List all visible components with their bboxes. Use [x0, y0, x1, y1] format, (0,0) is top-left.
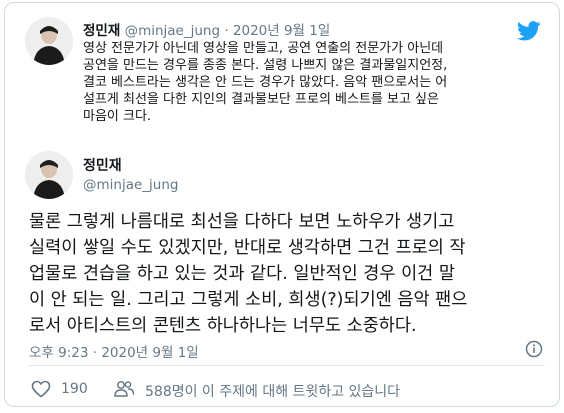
tweet-timestamp[interactable]: 오후 9:23 · 2020년 9월 1일 [29, 341, 199, 361]
quoted-tweet-text: 영상 전문가가 아닌데 영상을 만들고, 공연 연출의 전문가가 아닌데 공연을… [83, 40, 538, 125]
people-talking-link[interactable]: 588명이 이 주제에 대해 트윗하고 있습니다 [145, 381, 400, 401]
quoted-author-name[interactable]: 정민재 [83, 23, 120, 39]
quoted-tweet-header: 정민재 @minjae_jung · 2020년 9월 1일 [83, 19, 330, 39]
tweet-text-line: 물론 그렇게 나름대로 최선을 다하다 보면 노하우가 생기고 [29, 212, 455, 232]
quoted-tweet-meta[interactable]: @minjae_jung · 2020년 9월 1일 [125, 23, 331, 39]
twitter-bird-icon[interactable] [517, 21, 541, 41]
heart-icon[interactable] [31, 380, 51, 398]
author-name[interactable]: 정민재 [83, 155, 122, 175]
tweet-card: 정민재 @minjae_jung · 2020년 9월 1일 영상 전문가가 아… [4, 2, 560, 407]
divider [29, 365, 545, 366]
like-count[interactable]: 190 [61, 381, 88, 397]
tweet-text-line: 이 안 되는 일. 그리고 그렇게 소비, 희생(?)되기엔 음악 팬으 [29, 290, 468, 310]
avatar[interactable] [25, 151, 73, 199]
info-icon[interactable] [525, 340, 543, 358]
author-handle[interactable]: @minjae_jung [83, 177, 178, 193]
quoted-text-line: 설프게 최선을 다한 지인의 결과물보단 프로의 베스트를 보고 싶은 [83, 92, 439, 107]
avatar[interactable] [25, 17, 73, 65]
people-icon[interactable] [113, 378, 135, 400]
tweet-text-line: 업물로 견습을 하고 있는 것과 같다. 일반적인 경우 이건 말 [29, 264, 455, 284]
tweet-text: 물론 그렇게 나름대로 최선을 다하다 보면 노하우가 생기고 실력이 쌓일 수… [29, 209, 549, 339]
quoted-text-line: 마음이 크다. [83, 109, 152, 124]
tweet-text-line: 실력이 쌓일 수도 있겠지만, 반대로 생각하면 그건 프로의 작 [29, 238, 466, 258]
quoted-text-line: 결코 베스트라는 생각은 안 드는 경우가 많았다. 음악 팬으로서는 어 [83, 75, 448, 90]
quoted-text-line: 공연을 만드는 경우를 종종 본다. 설령 나쁘지 않은 결과물일지언정, [83, 58, 448, 73]
tweet-text-line: 로서 아티스트의 콘텐츠 하나하나는 너무도 소중하다. [29, 316, 417, 336]
quoted-text-line: 영상 전문가가 아닌데 영상을 만들고, 공연 연출의 전문가가 아닌데 [83, 41, 444, 56]
